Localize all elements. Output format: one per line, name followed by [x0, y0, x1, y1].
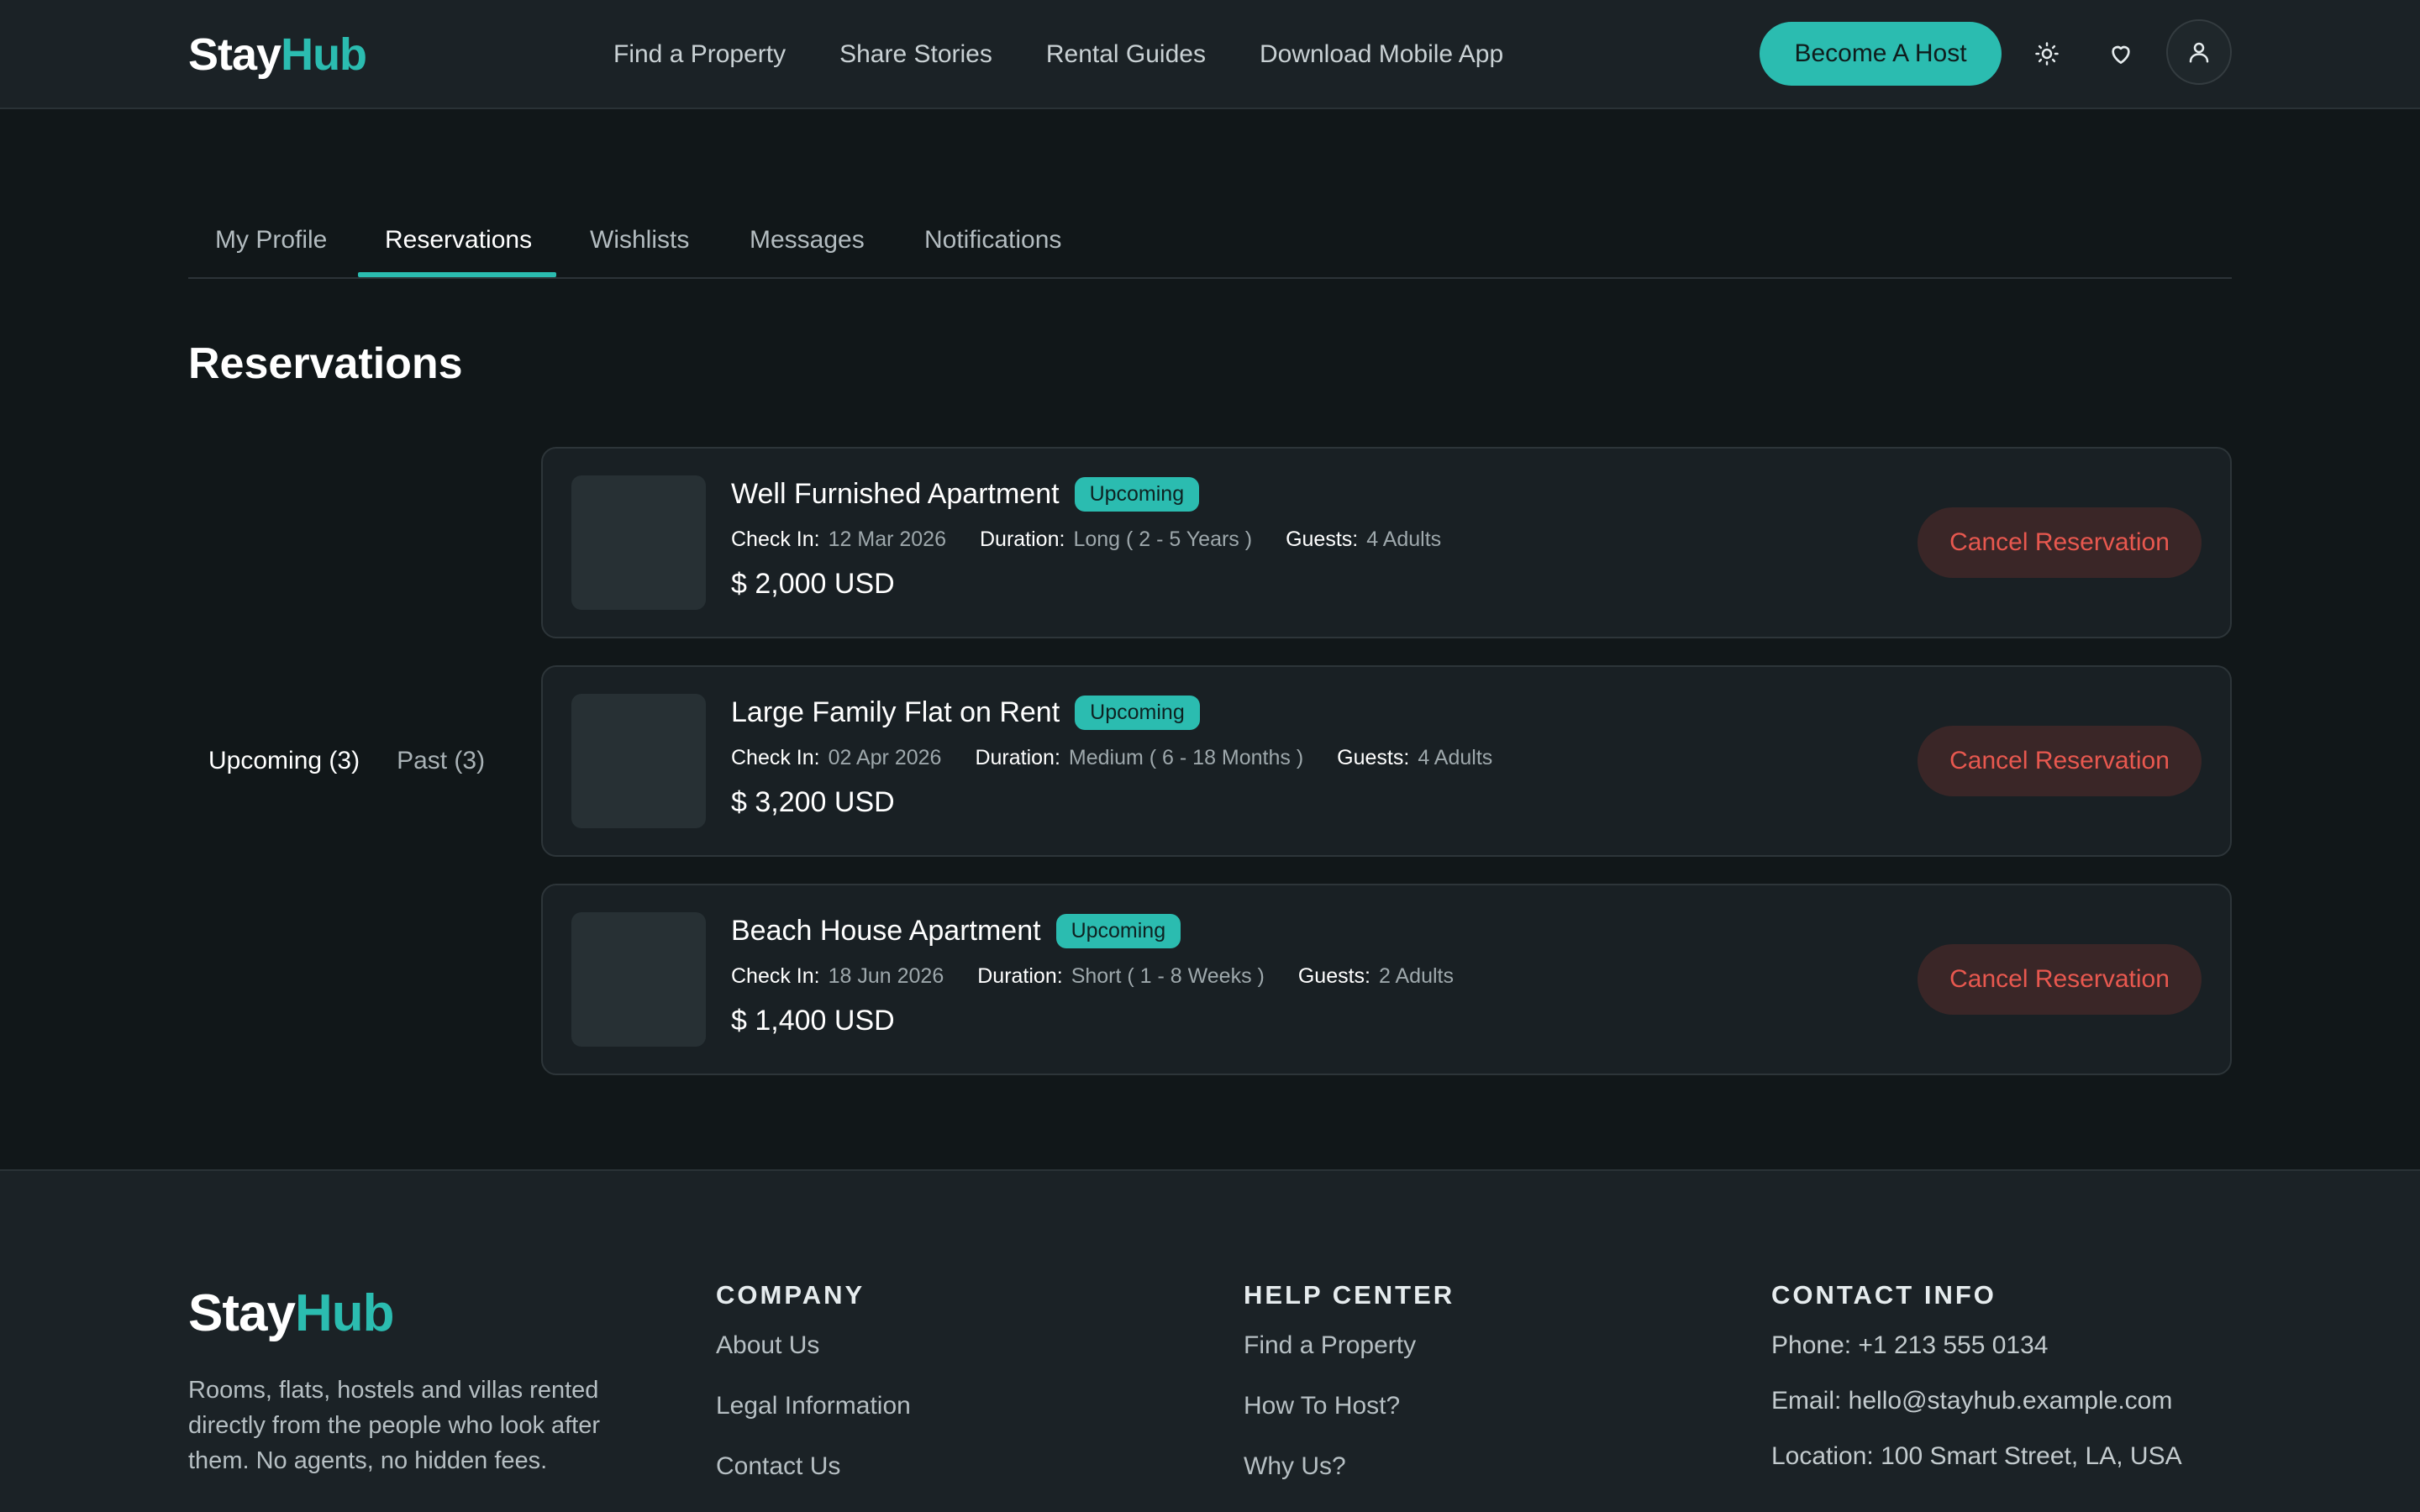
check-in-value: 02 Apr 2026	[828, 746, 942, 769]
account-button[interactable]	[2166, 19, 2232, 85]
sun-icon	[2035, 42, 2059, 66]
footer-email[interactable]: Email: hello@stayhub.example.com	[1771, 1384, 2182, 1418]
cancel-reservation-button[interactable]: Cancel Reservation	[1918, 507, 2202, 578]
become-host-button[interactable]: Become A Host	[1760, 22, 2002, 86]
nav-download-app[interactable]: Download Mobile App	[1260, 40, 1503, 69]
nav-find-property[interactable]: Find a Property	[613, 40, 786, 69]
footer-link-contact[interactable]: Contact Us	[716, 1450, 911, 1483]
tab-reservations[interactable]: Reservations	[385, 223, 532, 257]
footer-logo-part2: Hub	[294, 1284, 395, 1342]
wishlist-button[interactable]	[2089, 22, 2153, 86]
tab-messages[interactable]: Messages	[750, 223, 865, 257]
footer-link-about[interactable]: About Us	[716, 1329, 911, 1362]
property-thumbnail[interactable]	[571, 912, 706, 1047]
duration-value: Medium ( 6 - 18 Months )	[1068, 746, 1304, 769]
reservation-price: $ 3,200 USD	[731, 786, 895, 818]
brand-logo[interactable]: StayHub	[188, 25, 367, 84]
footer-company-column: COMPANY About Us Legal Information Conta…	[716, 1278, 911, 1510]
duration-label: Duration:	[979, 528, 1065, 551]
check-in-value: 12 Mar 2026	[828, 528, 946, 551]
tab-notifications[interactable]: Notifications	[924, 223, 1061, 257]
footer-location: Location: 100 Smart Street, LA, USA	[1771, 1442, 2182, 1470]
guests-value: 2 Adults	[1379, 964, 1454, 988]
footer-phone: Phone: +1 213 555 0134	[1771, 1331, 2049, 1359]
reservation-price: $ 1,400 USD	[731, 1005, 895, 1037]
duration-value: Long ( 2 - 5 Years )	[1073, 528, 1253, 551]
property-title[interactable]: Beach House Apartment	[731, 915, 1041, 948]
footer-contact-column: CONTACT INFO Phone: +1 213 555 0134 Emai…	[1771, 1278, 2182, 1495]
footer-help-heading: HELP CENTER	[1244, 1280, 1455, 1310]
tab-my-profile[interactable]: My Profile	[215, 223, 327, 257]
guests-label: Guests:	[1286, 528, 1359, 551]
tab-wishlists[interactable]: Wishlists	[590, 223, 689, 257]
duration-label: Duration:	[977, 964, 1063, 988]
footer-link-find-property[interactable]: Find a Property	[1244, 1329, 1455, 1362]
main-nav: Find a Property Share Stories Rental Gui…	[613, 34, 1503, 76]
heart-icon	[2112, 45, 2130, 64]
cancel-reservation-button[interactable]: Cancel Reservation	[1918, 944, 2202, 1015]
status-badge: Upcoming	[1075, 696, 1200, 730]
reservation-card: Well Furnished Apartment Upcoming Check …	[541, 447, 2232, 638]
status-badge: Upcoming	[1074, 477, 1200, 512]
reservation-price: $ 2,000 USD	[731, 568, 895, 600]
site-footer: StayHub Rooms, flats, hostels and villas…	[0, 1169, 2420, 1512]
user-icon	[2189, 42, 2209, 63]
brand-logo-part2: Hub	[281, 29, 367, 80]
status-badge: Upcoming	[1055, 914, 1181, 948]
check-in-value: 18 Jun 2026	[828, 964, 944, 988]
brand-logo-part1: Stay	[188, 29, 281, 80]
footer-link-how-to-host[interactable]: How To Host?	[1244, 1389, 1455, 1423]
footer-contact-heading: CONTACT INFO	[1771, 1280, 1996, 1310]
filter-past[interactable]: Past (3)	[397, 744, 485, 778]
property-title[interactable]: Well Furnished Apartment	[731, 478, 1060, 511]
duration-label: Duration:	[975, 746, 1060, 769]
guests-value: 4 Adults	[1418, 746, 1493, 769]
guests-label: Guests:	[1297, 964, 1371, 988]
property-thumbnail[interactable]	[571, 694, 706, 828]
reservation-meta: Check In: 12 Mar 2026 Duration: Long ( 2 -…	[731, 528, 1441, 552]
top-header: StayHub Find a Property Share Stories Re…	[0, 0, 2420, 109]
active-tab-indicator	[358, 272, 556, 277]
check-in-label: Check In:	[731, 964, 820, 988]
property-title[interactable]: Large Family Flat on Rent	[731, 696, 1060, 729]
nav-rental-guides[interactable]: Rental Guides	[1046, 40, 1206, 69]
check-in-label: Check In:	[731, 746, 820, 769]
footer-link-why-us[interactable]: Why Us?	[1244, 1450, 1455, 1483]
profile-tabs: My Profile Reservations Wishlists Messag…	[188, 210, 2232, 279]
footer-link-legal[interactable]: Legal Information	[716, 1389, 911, 1423]
check-in-label: Check In:	[731, 528, 820, 551]
reservation-meta: Check In: 02 Apr 2026 Duration: Medium ( 6…	[731, 746, 1492, 770]
footer-logo-part1: Stay	[188, 1284, 296, 1342]
cancel-reservation-button[interactable]: Cancel Reservation	[1918, 726, 2202, 796]
property-thumbnail[interactable]	[571, 475, 706, 610]
reservation-card: Large Family Flat on Rent Upcoming Check…	[541, 665, 2232, 857]
reservation-filter: Upcoming (3) Past (3)	[208, 744, 485, 778]
theme-toggle-button[interactable]	[2015, 22, 2079, 86]
footer-help-column: HELP CENTER Find a Property How To Host?…	[1244, 1278, 1455, 1510]
page-title: Reservations	[188, 339, 463, 388]
filter-upcoming[interactable]: Upcoming (3)	[208, 744, 360, 778]
guests-label: Guests:	[1337, 746, 1410, 769]
footer-company-heading: COMPANY	[716, 1280, 865, 1310]
nav-share-stories[interactable]: Share Stories	[839, 40, 992, 69]
reservation-meta: Check In: 18 Jun 2026 Duration: Short ( 1 …	[731, 964, 1454, 989]
guests-value: 4 Adults	[1366, 528, 1442, 551]
footer-description: Rooms, flats, hostels and villas rented …	[188, 1377, 601, 1474]
duration-value: Short ( 1 - 8 Weeks )	[1071, 964, 1265, 988]
reservation-card: Beach House Apartment Upcoming Check In:…	[541, 884, 2232, 1075]
footer-logo[interactable]: StayHub	[188, 1280, 394, 1347]
